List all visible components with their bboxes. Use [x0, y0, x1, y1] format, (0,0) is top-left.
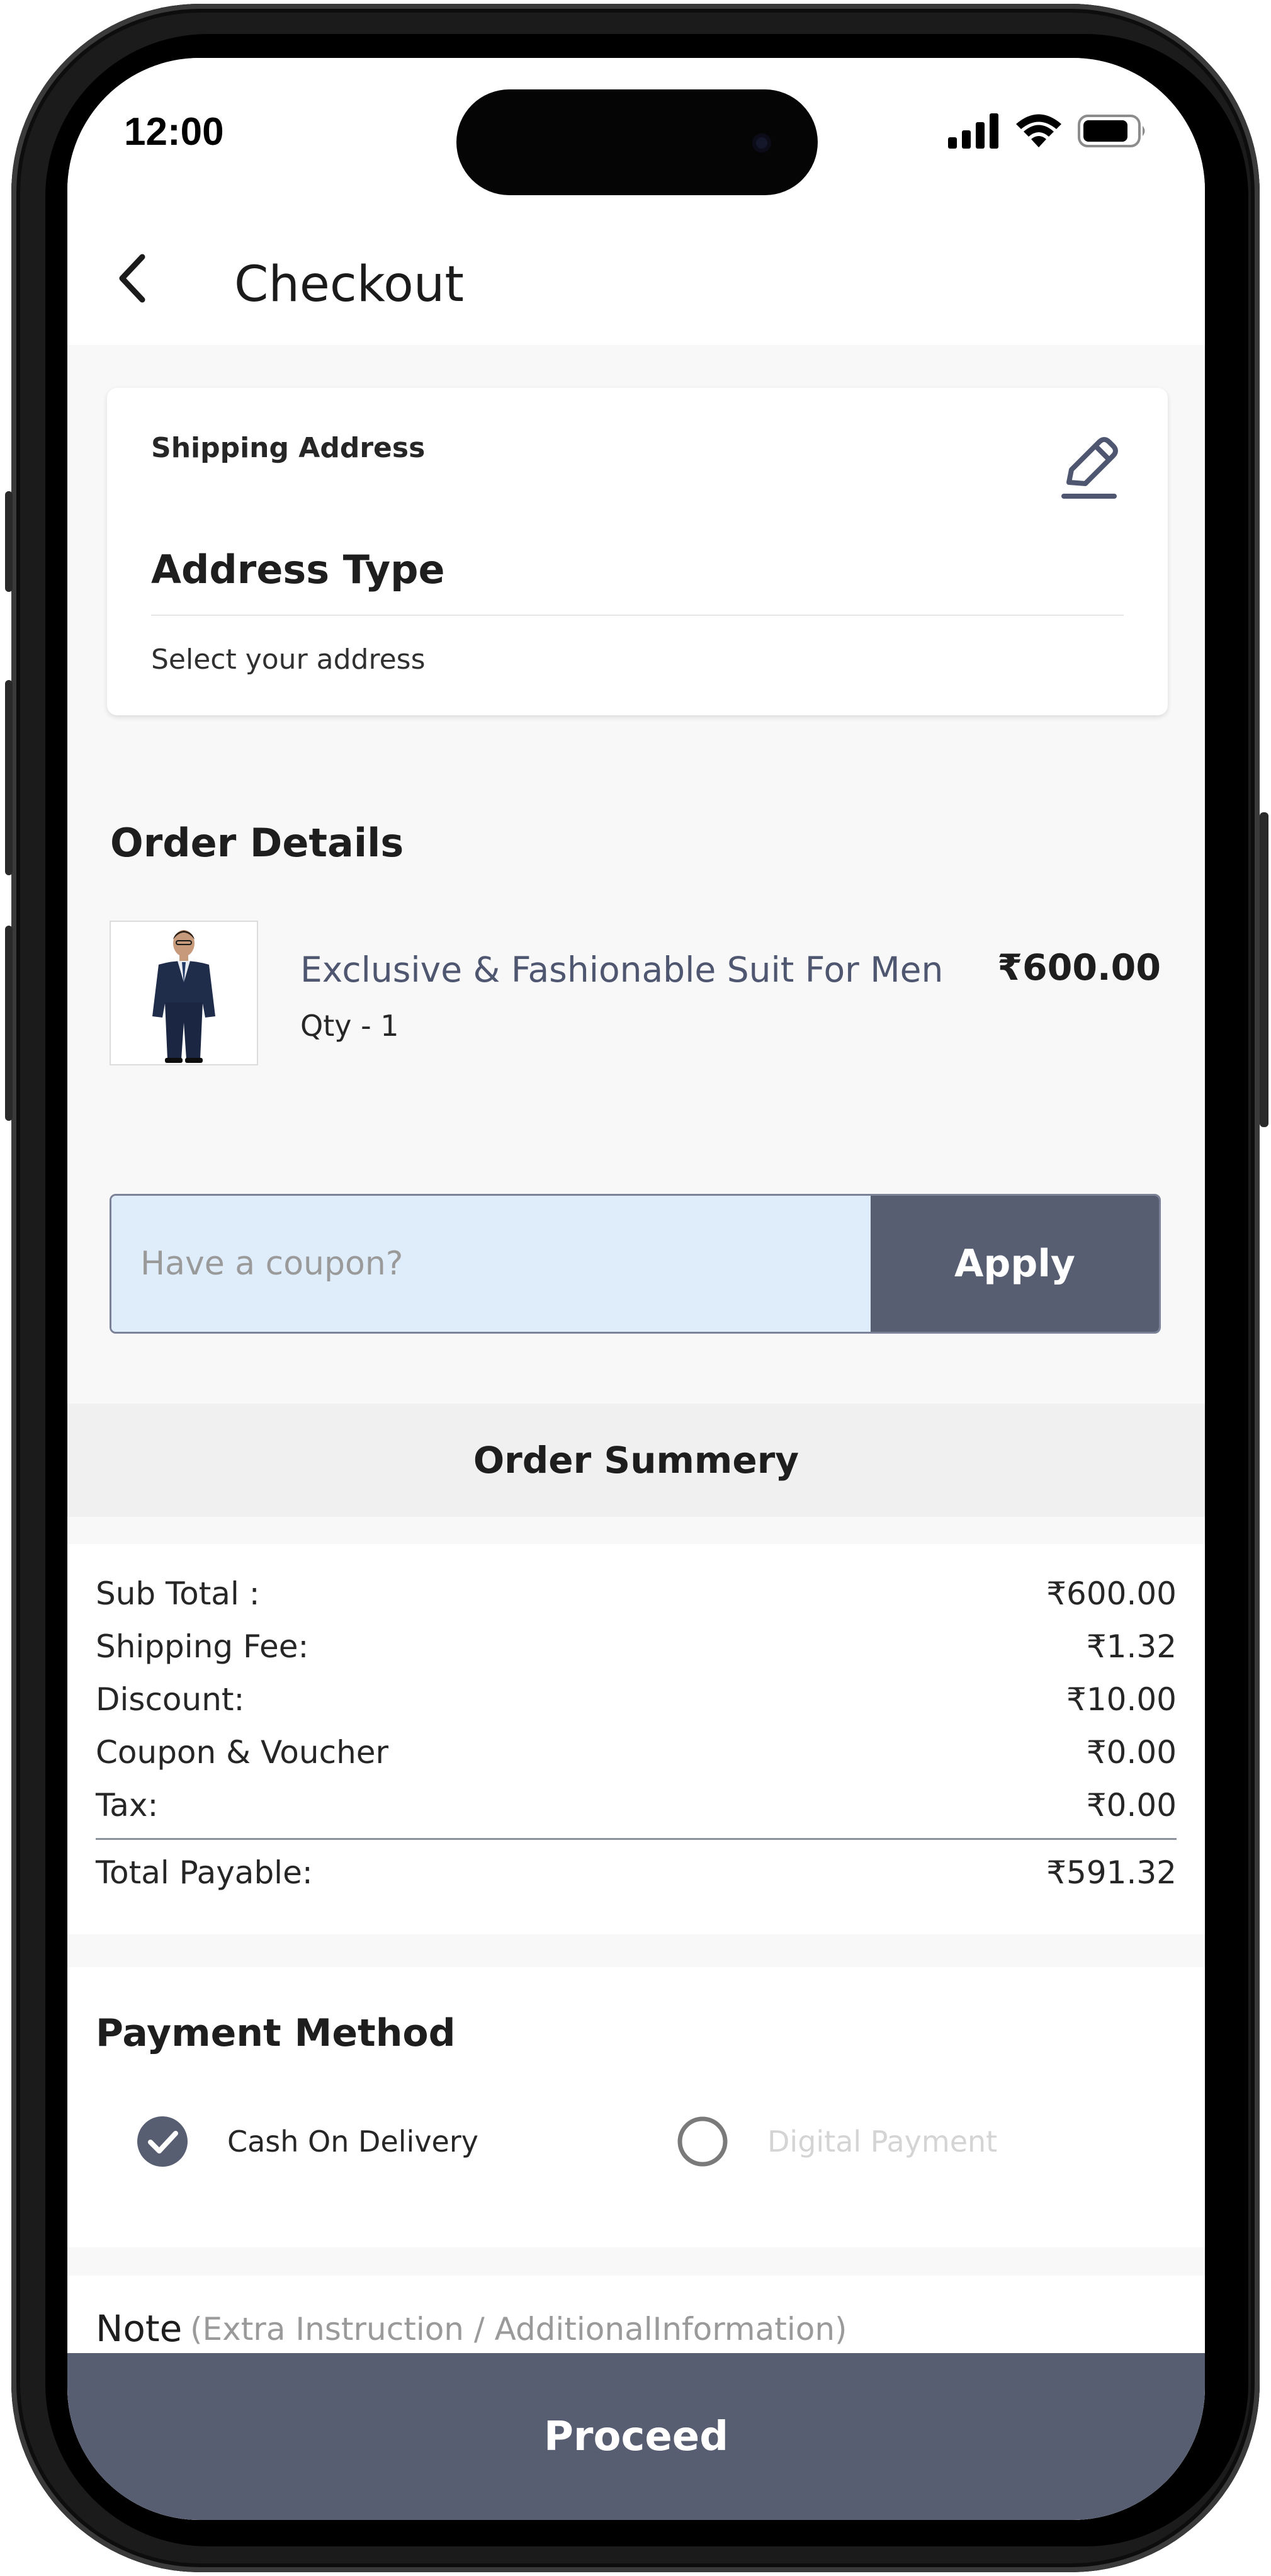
payment-option-cod[interactable]: Cash On Delivery — [137, 2116, 478, 2167]
power-button — [1260, 812, 1268, 1127]
summary-row-shipping-fee: Shipping Fee: ₹1.32 — [96, 1628, 1177, 1665]
app-header: Checkout — [67, 222, 1205, 345]
select-address-text[interactable]: Select your address — [151, 644, 426, 676]
action-button — [5, 491, 13, 592]
note-label: Note — [96, 2307, 183, 2350]
front-camera — [752, 133, 771, 152]
chevron-left-icon — [119, 254, 145, 303]
payment-option-label: Cash On Delivery — [227, 2125, 478, 2159]
order-summary-header: Order Summery — [67, 1404, 1205, 1517]
summary-value: ₹0.00 — [1086, 1787, 1177, 1824]
note-input-hint[interactable]: (Extra Instruction / AdditionalInformati… — [190, 2311, 847, 2347]
battery-icon — [1078, 115, 1145, 147]
summary-value: ₹600.00 — [1046, 1575, 1177, 1612]
shipping-address-card[interactable]: Shipping Address Address Type Select you… — [107, 388, 1168, 715]
coupon-form: Apply — [110, 1194, 1161, 1334]
back-button[interactable] — [102, 247, 165, 310]
page-title: Checkout — [234, 256, 464, 313]
order-summary-body: Sub Total : ₹600.00 Shipping Fee: ₹1.32 … — [67, 1544, 1205, 1934]
summary-value: ₹0.00 — [1086, 1734, 1177, 1771]
divider — [151, 615, 1124, 616]
status-time: 12:00 — [124, 110, 224, 154]
summary-row-coupon-voucher: Coupon & Voucher ₹0.00 — [96, 1734, 1177, 1771]
payment-method-section: Payment Method Cash On Delivery Digital … — [67, 1967, 1205, 2247]
summary-label: Tax: — [96, 1787, 159, 1824]
apply-coupon-button[interactable]: Apply — [871, 1196, 1159, 1332]
product-image — [110, 921, 258, 1065]
summary-row-tax: Tax: ₹0.00 — [96, 1787, 1177, 1824]
status-icons — [948, 113, 1148, 149]
product-name[interactable]: Exclusive & Fashionable Suit For Men — [300, 950, 943, 990]
status-bar: 12:00 — [67, 58, 1205, 222]
total-value: ₹591.32 — [1046, 1854, 1177, 1891]
summary-label: Discount: — [96, 1681, 245, 1718]
cellular-signal-icon — [948, 113, 998, 149]
order-details-title: Order Details — [110, 820, 404, 866]
volume-down-button — [5, 926, 13, 1121]
pencil-icon — [1061, 437, 1118, 499]
proceed-button[interactable]: Proceed — [67, 2353, 1205, 2520]
radio-unchecked-icon — [677, 2116, 728, 2167]
wifi-icon — [1016, 114, 1061, 147]
total-label: Total Payable: — [96, 1854, 313, 1891]
coupon-input[interactable] — [111, 1196, 871, 1332]
summary-row-discount: Discount: ₹10.00 — [96, 1681, 1177, 1718]
shipping-address-heading: Shipping Address — [151, 432, 426, 464]
summary-label: Coupon & Voucher — [96, 1734, 389, 1771]
payment-method-title: Payment Method — [96, 2011, 456, 2055]
app-screen: 12:00 Checkout Shipping Address Address … — [67, 58, 1205, 2520]
payment-option-label: Digital Payment — [767, 2125, 998, 2159]
edit-address-button[interactable] — [1058, 433, 1121, 502]
dynamic-island — [456, 89, 818, 195]
summary-label: Sub Total : — [96, 1575, 260, 1612]
order-summary-title: Order Summery — [473, 1439, 799, 1482]
payment-option-digital[interactable]: Digital Payment — [677, 2116, 997, 2167]
suit-product-image — [111, 922, 257, 1064]
summary-row-total: Total Payable: ₹591.32 — [96, 1854, 1177, 1891]
volume-up-button — [5, 680, 13, 875]
checked-circle-icon — [137, 2116, 188, 2167]
summary-value: ₹1.32 — [1086, 1628, 1177, 1665]
product-price: ₹600.00 — [997, 947, 1161, 989]
summary-divider — [96, 1838, 1177, 1840]
summary-value: ₹10.00 — [1066, 1681, 1177, 1718]
address-type-title: Address Type — [151, 547, 445, 593]
summary-label: Shipping Fee: — [96, 1628, 309, 1665]
product-quantity: Qty - 1 — [300, 1009, 399, 1043]
summary-row-subtotal: Sub Total : ₹600.00 — [96, 1575, 1177, 1612]
